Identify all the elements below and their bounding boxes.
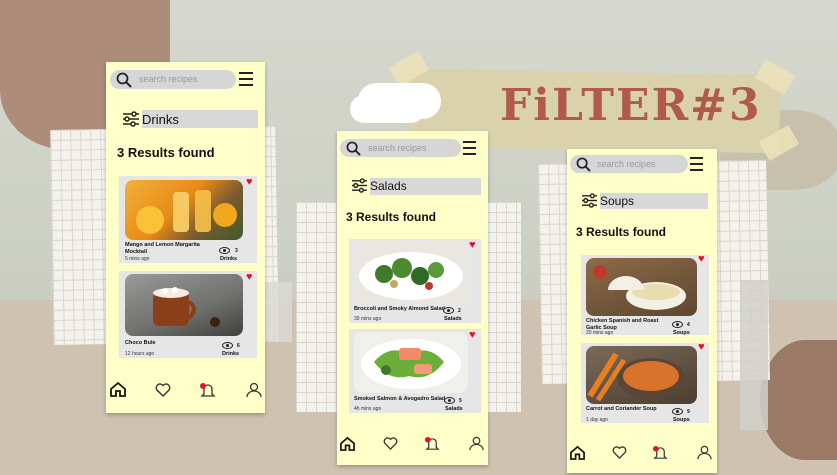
home-icon[interactable] [109, 381, 127, 397]
recipe-category: Salads [445, 406, 463, 412]
recipe-card[interactable]: ♥ Mango and Lemon Margarita Mocktail 5 m… [119, 176, 257, 263]
recipe-title: Smoked Salmon & Avogadro Salad [354, 396, 446, 402]
decor-tape [262, 282, 292, 342]
recipe-image-art [361, 339, 461, 389]
eye-icon [219, 247, 230, 254]
recipe-time: 4h mins ago [354, 406, 382, 412]
eye-icon [444, 397, 455, 404]
recipe-time: 1 day ago [586, 417, 608, 423]
search-input[interactable]: search recipes [340, 139, 461, 157]
phone-screen-salads: search recipes Salads 3 Results found ♥ … [337, 131, 488, 465]
eye-icon [443, 307, 454, 314]
recipe-image [586, 258, 697, 316]
notification-icon[interactable] [652, 445, 669, 461]
results-count: 3 Results found [117, 145, 215, 160]
recipe-card[interactable]: ♥ Carrot and Coriander Soup 1 day ago 9 … [581, 341, 709, 423]
profile-icon[interactable] [246, 382, 262, 398]
recipe-title: Choco Bule [125, 340, 156, 346]
favorite-heart-icon[interactable]: ♥ [469, 329, 476, 341]
search-icon [116, 72, 132, 88]
page-title: FiLTER#3 [500, 80, 762, 131]
eye-icon [222, 342, 233, 349]
recipe-card[interactable]: ♥ Smoked Salmon & Avogadro Salad 4h mins… [349, 329, 481, 413]
menu-icon[interactable] [463, 141, 476, 159]
search-icon [346, 141, 361, 156]
results-count: 3 Results found [576, 225, 667, 239]
search-input[interactable]: search recipes [570, 155, 688, 173]
recipe-category: Salads [444, 316, 462, 322]
recipe-card[interactable]: ♥ Chicken Spanish and Roast Garlic Soup … [581, 253, 709, 336]
filter-icon[interactable] [351, 178, 368, 193]
decor-cloud [350, 95, 425, 123]
recipe-image [354, 242, 468, 303]
favorites-icon[interactable] [383, 437, 398, 450]
favorites-icon[interactable] [155, 383, 171, 397]
recipe-title: Broccoli and Smoky Almond Salad [354, 306, 445, 312]
recipe-card[interactable]: ♥ Choco Bule 12 hours ago 6 Drinks [119, 271, 257, 358]
home-icon[interactable] [339, 436, 356, 451]
recipe-time: 12 hours ago [125, 351, 155, 357]
favorite-heart-icon[interactable]: ♥ [246, 271, 253, 283]
recipe-card[interactable]: ♥ Broccoli and Smoky Almond Salad 30 min… [349, 239, 481, 323]
recipe-image-art [153, 287, 220, 327]
filter-label: Soups [600, 194, 635, 208]
recipe-image-art [136, 190, 237, 234]
recipe-category: Drinks [220, 256, 238, 262]
favorite-heart-icon[interactable]: ♥ [246, 176, 253, 188]
home-icon[interactable] [569, 445, 586, 460]
favorites-icon[interactable] [612, 446, 627, 459]
search-placeholder: search recipes [368, 143, 427, 153]
recipe-category: Soups [673, 417, 690, 423]
decor-tape [740, 280, 768, 430]
eye-icon [672, 321, 683, 328]
recipe-image [125, 180, 243, 240]
recipe-time: 5 mins ago [125, 256, 150, 262]
recipe-image-art [593, 265, 686, 310]
recipe-category: Soups [673, 330, 690, 336]
menu-icon[interactable] [239, 72, 253, 90]
filter-label: Salads [370, 179, 407, 193]
eye-icon [672, 408, 683, 415]
profile-icon[interactable] [469, 436, 484, 451]
filter-label: Drinks [142, 112, 179, 127]
profile-icon[interactable] [697, 445, 712, 460]
search-input[interactable]: search recipes [110, 70, 236, 89]
recipe-image [125, 274, 243, 336]
filter-icon[interactable] [122, 111, 140, 127]
filter-icon[interactable] [581, 193, 598, 208]
recipe-category: Drinks [222, 351, 240, 357]
favorite-heart-icon[interactable]: ♥ [698, 341, 705, 353]
view-count: 2 [458, 308, 461, 314]
recipe-image-art [587, 352, 685, 402]
notification-icon[interactable] [424, 436, 441, 452]
view-count: 9 [687, 409, 690, 415]
recipe-image [354, 332, 468, 393]
recipe-time: 30 mins ago [354, 316, 382, 322]
recipe-image-art [359, 252, 463, 300]
recipe-title: Mango and Lemon Margarita Mocktail [125, 242, 200, 255]
search-placeholder: search recipes [139, 74, 198, 84]
view-count: 5 [459, 398, 462, 404]
menu-icon[interactable] [690, 157, 703, 175]
notification-icon[interactable] [199, 382, 217, 399]
search-placeholder: search recipes [597, 159, 656, 169]
view-count: 3 [235, 248, 238, 254]
results-count: 3 Results found [346, 210, 437, 224]
favorite-heart-icon[interactable]: ♥ [469, 239, 476, 251]
view-count: 4 [687, 322, 690, 328]
recipe-image [586, 346, 697, 404]
recipe-title: Carrot and Coriander Soup [586, 406, 657, 412]
search-icon [576, 157, 591, 172]
phone-screen-soups: search recipes Soups 3 Results found ♥ C… [567, 149, 717, 473]
phone-screen-drinks: search recipes Drinks 3 Results found ♥ … [106, 62, 265, 413]
view-count: 6 [237, 343, 240, 349]
favorite-heart-icon[interactable]: ♥ [698, 253, 705, 265]
recipe-time: 20 mins ago [586, 330, 614, 336]
